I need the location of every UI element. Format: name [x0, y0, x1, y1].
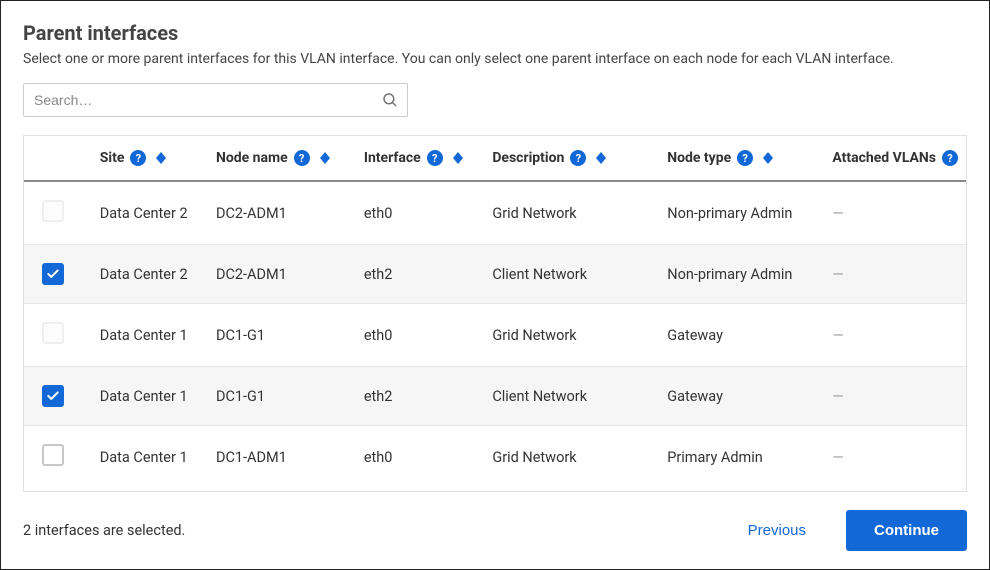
cell-node-name: DC2-ADM1 [208, 181, 356, 245]
continue-button[interactable]: Continue [846, 510, 967, 551]
sort-icon[interactable] [320, 152, 330, 164]
col-description-label: Description [492, 150, 564, 166]
previous-button[interactable]: Previous [736, 514, 818, 547]
page-subtitle: Select one or more parent interfaces for… [23, 51, 967, 67]
sort-icon[interactable] [596, 152, 606, 164]
table-row[interactable]: Data Center 1DC1-G1eth2Client NetworkGat… [24, 367, 966, 426]
col-site-label: Site [100, 150, 125, 166]
table-row[interactable]: Data Center 1DC1-ADM1eth0Grid NetworkPri… [24, 426, 966, 489]
cell-node-name: DC1-G1 [208, 367, 356, 426]
help-icon[interactable]: ? [130, 150, 146, 166]
row-checkbox[interactable] [42, 200, 64, 222]
cell-interface: eth0 [356, 181, 484, 245]
cell-interface: eth0 [356, 304, 484, 367]
help-icon[interactable]: ? [427, 150, 443, 166]
cell-description: Client Network [484, 367, 659, 426]
table-row[interactable]: Data Center 2DC2-ADM1eth0Grid NetworkNon… [24, 181, 966, 245]
col-interface-label: Interface [364, 150, 421, 166]
table-row[interactable]: Data Center 1DC1-G1eth0Grid NetworkGatew… [24, 304, 966, 367]
row-checkbox[interactable] [42, 444, 64, 466]
cell-node-name: DC2-ADM1 [208, 245, 356, 304]
cell-description: Client Network [484, 245, 659, 304]
cell-attached-vlans: — [824, 245, 966, 304]
cell-attached-vlans: — [824, 367, 966, 426]
cell-description: Grid Network [484, 181, 659, 245]
help-icon[interactable]: ? [942, 150, 958, 166]
cell-interface: eth2 [356, 367, 484, 426]
cell-site: Data Center 1 [92, 304, 208, 367]
col-node-name-header[interactable]: Node name ? [208, 136, 356, 181]
cell-attached-vlans: — [824, 426, 966, 489]
col-node-name-label: Node name [216, 150, 288, 166]
cell-site: Data Center 1 [92, 367, 208, 426]
cell-node-type: Non-primary Admin [659, 181, 824, 245]
cell-node-type: Primary Admin [659, 426, 824, 489]
cell-node-type: Non-primary Admin [659, 245, 824, 304]
sort-icon[interactable] [156, 152, 166, 164]
cell-description: Grid Network [484, 426, 659, 489]
page-title: Parent interfaces [23, 21, 967, 45]
help-icon[interactable]: ? [570, 150, 586, 166]
col-site-header[interactable]: Site ? [92, 136, 208, 181]
col-attached-vlans-header[interactable]: Attached VLANs ? [824, 136, 966, 181]
cell-node-type: Gateway [659, 304, 824, 367]
cell-description: Grid Network [484, 304, 659, 367]
parent-interfaces-panel: Parent interfaces Select one or more par… [0, 0, 990, 570]
cell-site: Data Center 2 [92, 181, 208, 245]
cell-site: Data Center 1 [92, 426, 208, 489]
cell-attached-vlans: — [824, 181, 966, 245]
footer: 2 interfaces are selected. Previous Cont… [23, 492, 967, 551]
search-field[interactable] [23, 83, 408, 117]
cell-site: Data Center 2 [92, 245, 208, 304]
selection-count: 2 interfaces are selected. [23, 522, 185, 539]
col-description-header[interactable]: Description ? [484, 136, 659, 181]
col-node-type-header[interactable]: Node type ? [659, 136, 824, 181]
sort-icon[interactable] [453, 152, 463, 164]
help-icon[interactable]: ? [294, 150, 310, 166]
cell-interface: eth0 [356, 426, 484, 489]
col-checkbox-header [24, 136, 92, 181]
cell-node-name: DC1-ADM1 [208, 426, 356, 489]
table-row[interactable]: Data Center 2DC2-ADM1eth2Client NetworkN… [24, 245, 966, 304]
cell-attached-vlans: — [824, 304, 966, 367]
search-input[interactable] [32, 91, 381, 109]
col-attached-vlans-label: Attached VLANs [832, 150, 936, 166]
row-checkbox[interactable] [42, 322, 64, 344]
interfaces-table: Site ? Node name ? [24, 136, 966, 488]
col-interface-header[interactable]: Interface ? [356, 136, 484, 181]
interfaces-table-scroll[interactable]: Site ? Node name ? [23, 135, 967, 492]
cell-node-type: Gateway [659, 367, 824, 426]
col-node-type-label: Node type [667, 150, 731, 166]
cell-interface: eth2 [356, 245, 484, 304]
cell-node-name: DC1-G1 [208, 304, 356, 367]
sort-icon[interactable] [763, 152, 773, 164]
search-icon [381, 91, 399, 109]
row-checkbox[interactable] [42, 385, 64, 407]
help-icon[interactable]: ? [737, 150, 753, 166]
row-checkbox[interactable] [42, 263, 64, 285]
